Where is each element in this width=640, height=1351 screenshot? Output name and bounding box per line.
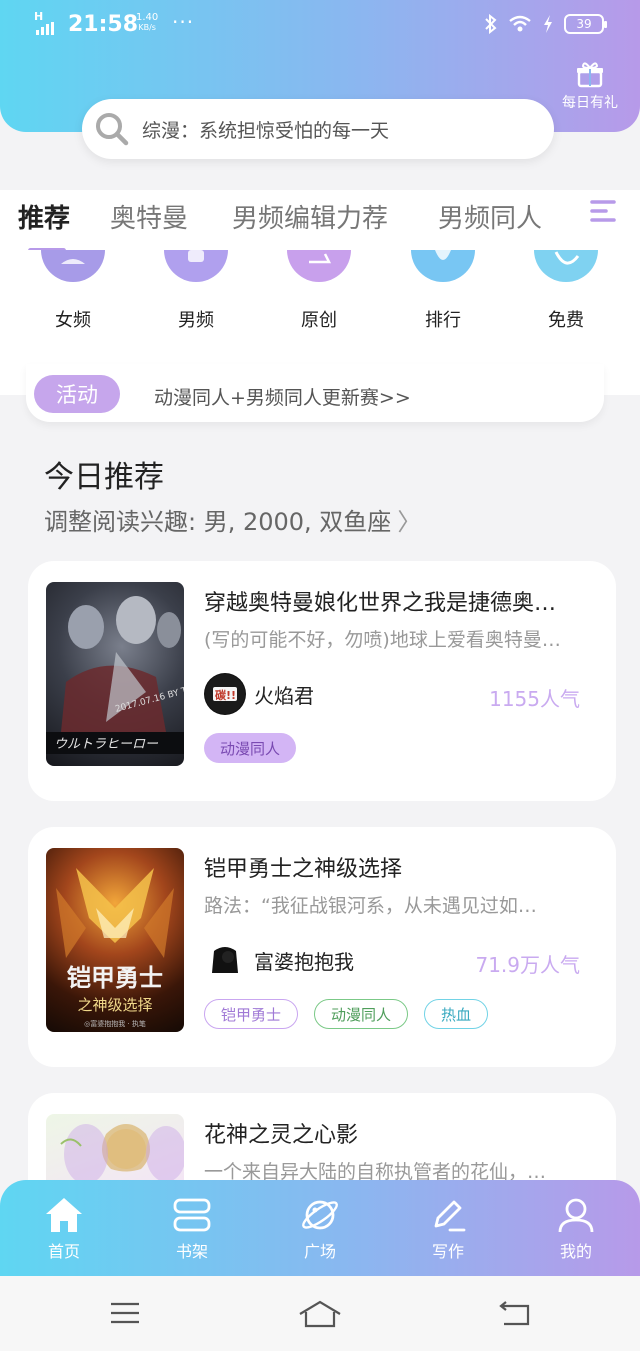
activity-banner[interactable]: 活动 动漫同人+男频同人更新赛>> <box>26 364 604 422</box>
original-icon <box>287 250 351 282</box>
tag[interactable]: 动漫同人 <box>314 999 409 1029</box>
wifi-icon <box>509 15 531 32</box>
tag[interactable]: 动漫同人 <box>204 733 297 763</box>
svg-text:ウルトラヒーロー: ウルトラヒーロー <box>54 737 159 752</box>
popularity: 1155人气 <box>489 687 580 711</box>
bluetooth-icon <box>485 14 497 34</box>
nav-profile[interactable]: 我的 <box>536 1196 616 1262</box>
book-title[interactable]: 铠甲勇士之神级选择 <box>204 851 600 883</box>
activity-badge: 活动 <box>34 375 120 413</box>
category-female[interactable]: 女频 <box>28 250 118 332</box>
book-title[interactable]: 穿越奥特曼娘化世界之我是捷德奥… <box>204 585 600 617</box>
avatar <box>204 939 246 981</box>
search-icon <box>96 113 129 146</box>
category-male[interactable]: 男频 <box>151 250 241 332</box>
svg-text:碳!!: 碳!! <box>215 688 236 702</box>
svg-text:◎富婆抱抱我 · 执笔: ◎富婆抱抱我 · 执笔 <box>84 1019 146 1028</box>
pen-icon <box>434 1200 466 1232</box>
book-tags: 动漫同人 <box>204 733 297 763</box>
nav-plaza[interactable]: 广场 <box>280 1196 360 1262</box>
tab-male-editor-picks[interactable]: 男频编辑力荐 <box>232 198 388 235</box>
status-bar: H 21:58 1.40 KB/s ··· 39 <box>0 0 640 50</box>
activity-text[interactable]: 动漫同人+男频同人更新赛>> <box>154 383 411 410</box>
gift-label: 每日有礼 <box>562 95 618 111</box>
charging-icon <box>544 15 552 33</box>
signal-icon <box>36 22 54 35</box>
tab-male-fanfic[interactable]: 男频同人 <box>438 198 542 235</box>
male-icon <box>164 250 228 282</box>
bottom-nav: 首页 书架 广场 写作 我的 <box>0 1180 640 1276</box>
book-card[interactable]: 铠甲勇士 之神级选择 ◎富婆抱抱我 · 执笔 铠甲勇士之神级选择 路法：“我征战… <box>28 827 616 1067</box>
search-placeholder: 综漫：系统担惊受怕的每一天 <box>142 119 390 142</box>
chevron-right-icon: 〉 <box>397 508 422 536</box>
gift-icon <box>577 62 603 88</box>
user-icon <box>558 1198 594 1233</box>
ranking-icon <box>411 250 475 282</box>
free-icon <box>534 250 598 282</box>
tab-ultraman[interactable]: 奥特曼 <box>110 198 188 235</box>
system-nav-bar <box>0 1276 640 1351</box>
more-notifications-icon: ··· <box>172 10 195 34</box>
book-title[interactable]: 花神之灵之心影 <box>204 1117 600 1149</box>
menu-icon[interactable] <box>108 1300 142 1326</box>
tag[interactable]: 热血 <box>424 999 489 1029</box>
category-original[interactable]: 原创 <box>274 250 364 332</box>
svg-text:之神级选择: 之神级选择 <box>77 996 152 1014</box>
nav-home[interactable]: 首页 <box>24 1196 104 1262</box>
tab-recommend[interactable]: 推荐 <box>18 198 70 235</box>
book-cover[interactable]: 铠甲勇士 之神级选择 ◎富婆抱抱我 · 执笔 <box>46 848 184 1032</box>
bookshelf-icon <box>173 1198 211 1232</box>
avatar: 碳!! <box>204 673 246 715</box>
tab-menu-button[interactable] <box>574 190 632 238</box>
author-name: 火焰君 <box>254 683 314 708</box>
category-ranking[interactable]: 排行 <box>398 250 488 332</box>
book-tags: 铠甲勇士 动漫同人 热血 <box>204 999 489 1029</box>
reading-interest-link[interactable]: 调整阅读兴趣: 男, 2000, 双鱼座〉 <box>44 502 421 537</box>
section-title: 今日推荐 <box>44 460 164 495</box>
svg-text:铠甲勇士: 铠甲勇士 <box>67 963 163 992</box>
author-info[interactable]: 碳!! 火焰君 <box>204 673 314 715</box>
category-tabs: 推荐 奥特曼 男频编辑力荐 男频同人 <box>0 190 640 253</box>
planet-icon <box>302 1200 338 1230</box>
net-speed: 1.40 KB/s <box>136 12 159 33</box>
home-icon <box>46 1198 82 1232</box>
tag[interactable]: 铠甲勇士 <box>204 999 299 1029</box>
book-description: (写的可能不好，勿喷)地球上爱看奥特曼… <box>204 629 561 651</box>
search-bar[interactable]: 综漫：系统担惊受怕的每一天 <box>82 99 554 159</box>
book-card[interactable]: 2017.07.16 BY TDGA ウルトラヒーロー 穿越奥特曼娘化世界之我是… <box>28 561 616 801</box>
author-name: 富婆抱抱我 <box>254 949 354 974</box>
nav-write[interactable]: 写作 <box>408 1196 488 1262</box>
battery-icon: 39 <box>564 14 607 34</box>
popularity: 71.9万人气 <box>475 953 580 977</box>
nav-bookshelf[interactable]: 书架 <box>152 1196 232 1262</box>
female-icon <box>41 250 105 282</box>
daily-gift-button[interactable]: 每日有礼 <box>558 62 622 112</box>
book-cover[interactable]: 2017.07.16 BY TDGA ウルトラヒーロー <box>46 582 184 766</box>
category-free[interactable]: 免费 <box>521 250 611 332</box>
clock: 21:58 <box>68 12 139 37</box>
home-nav-icon[interactable] <box>298 1300 342 1328</box>
book-description: 路法：“我征战银河系，从未遇见过如… <box>204 895 537 917</box>
author-info[interactable]: 富婆抱抱我 <box>204 939 354 981</box>
menu-icon <box>590 200 616 222</box>
back-icon[interactable] <box>498 1300 532 1328</box>
